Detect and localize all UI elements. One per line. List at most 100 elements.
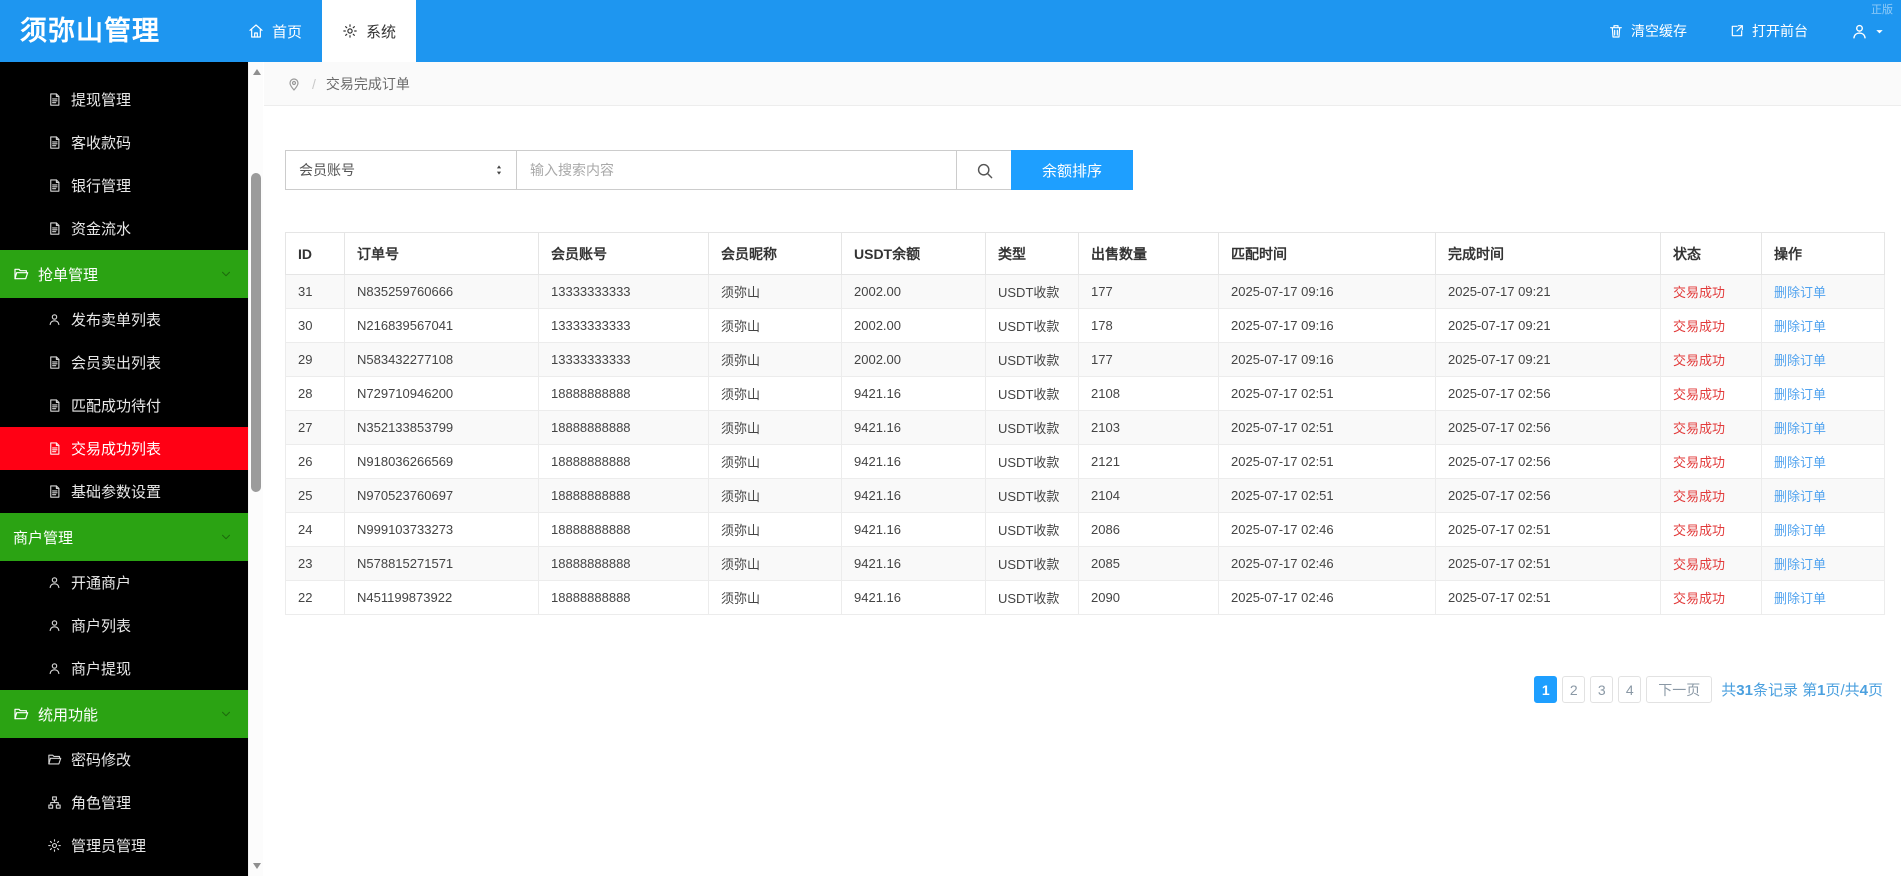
sidebar-item-label: 交易成功列表 <box>71 438 161 459</box>
table-cell: USDT收款 <box>986 275 1079 309</box>
table-cell: 2025-07-17 02:46 <box>1219 513 1436 547</box>
sidebar-item[interactable]: 基础参数设置 <box>0 470 248 513</box>
sidebar-item-label: 商户列表 <box>71 615 131 636</box>
column-header: 状态 <box>1661 233 1762 275</box>
delete-order-link[interactable]: 删除订单 <box>1774 421 1826 436</box>
delete-order-link[interactable]: 删除订单 <box>1774 489 1826 504</box>
delete-order-link[interactable]: 删除订单 <box>1774 557 1826 572</box>
balance-sort-button[interactable]: 余额排序 <box>1011 150 1133 190</box>
table-row: 29N58343227710813333333333须弥山2002.00USDT… <box>286 343 1885 377</box>
table-cell: 18888888888 <box>539 377 709 411</box>
chevron-down-icon <box>219 707 233 721</box>
sidebar-section[interactable]: 商户管理 <box>0 513 248 561</box>
open-frontend-label: 打开前台 <box>1752 21 1808 41</box>
top-header: 须弥山管理 首页系统 清空缓存打开前台 正版 <box>0 0 1901 62</box>
search-input[interactable] <box>516 150 957 190</box>
scroll-up-arrow[interactable] <box>249 64 264 80</box>
sidebar-item[interactable]: 商户提现 <box>0 647 248 690</box>
table-cell: 2025-07-17 02:51 <box>1219 377 1436 411</box>
page-button[interactable]: 2 <box>1562 676 1585 703</box>
delete-order-link[interactable]: 删除订单 <box>1774 455 1826 470</box>
delete-order-link[interactable]: 删除订单 <box>1774 591 1826 606</box>
sidebar-item[interactable]: 开通商户 <box>0 561 248 604</box>
table-row: 24N99910373327318888888888须弥山9421.16USDT… <box>286 513 1885 547</box>
table-cell: 2108 <box>1079 377 1219 411</box>
table-cell: 2002.00 <box>842 343 986 377</box>
search-toolbar: 会员账号 余额排序 <box>285 150 1133 190</box>
search-button[interactable] <box>956 150 1012 190</box>
table-row: 30N21683956704113333333333须弥山2002.00USDT… <box>286 309 1885 343</box>
sidebar-item-label: 抢单管理 <box>38 264 98 285</box>
doc-icon <box>47 484 62 499</box>
sidebar-item[interactable]: 提现管理 <box>0 78 248 121</box>
table-row: 31N83525976066613333333333须弥山2002.00USDT… <box>286 275 1885 309</box>
sidebar-item[interactable]: 匹配成功待付 <box>0 384 248 427</box>
table-cell: 2086 <box>1079 513 1219 547</box>
delete-order-link[interactable]: 删除订单 <box>1774 523 1826 538</box>
sidebar-item[interactable]: 资金流水 <box>0 207 248 250</box>
user-icon <box>47 618 62 633</box>
sidebar-item[interactable]: 角色管理 <box>0 781 248 824</box>
user-icon <box>47 312 62 327</box>
sidebar-section[interactable]: 抢单管理 <box>0 250 248 298</box>
delete-order-link[interactable]: 删除订单 <box>1774 387 1826 402</box>
scroll-down-arrow[interactable] <box>249 858 264 874</box>
main-content: / 交易完成订单 会员账号 余额排序 ID订单号会员账号会员昵称USDT余额类型… <box>264 62 1901 876</box>
sidebar-item[interactable]: 交易成功列表 <box>0 427 248 470</box>
table-cell: N918036266569 <box>345 445 539 479</box>
user-menu[interactable] <box>1850 22 1885 41</box>
sidebar-item-label: 商户管理 <box>13 527 73 548</box>
sidebar-item[interactable] <box>0 867 248 876</box>
page-button[interactable]: 3 <box>1590 676 1613 703</box>
table-row: 22N45119987392218888888888须弥山9421.16USDT… <box>286 581 1885 615</box>
table-cell: 177 <box>1079 343 1219 377</box>
sidebar-scrollbar <box>248 62 263 876</box>
sidebar-item-label: 会员卖出列表 <box>71 352 161 373</box>
page-button[interactable]: 4 <box>1618 676 1641 703</box>
column-header: 出售数量 <box>1079 233 1219 275</box>
scrollbar-thumb[interactable] <box>251 173 261 492</box>
table-cell: 交易成功 <box>1661 343 1762 377</box>
sidebar-section[interactable]: 统用功能 <box>0 690 248 738</box>
open-frontend-link[interactable]: 打开前台 <box>1729 21 1808 41</box>
search-field-select[interactable]: 会员账号 <box>285 150 517 190</box>
sidebar-item[interactable]: 密码修改 <box>0 738 248 781</box>
location-icon <box>286 76 302 92</box>
sidebar-item[interactable]: 发布卖单列表 <box>0 298 248 341</box>
table-cell: 18888888888 <box>539 411 709 445</box>
sidebar-item-label: 基础参数设置 <box>71 481 161 502</box>
sidebar-item-label: 发布卖单列表 <box>71 309 161 330</box>
sidebar-item[interactable]: 客收款码 <box>0 121 248 164</box>
sidebar-item[interactable]: 会员卖出列表 <box>0 341 248 384</box>
table-row: 27N35213385379918888888888须弥山9421.16USDT… <box>286 411 1885 445</box>
tab-home[interactable]: 首页 <box>228 0 322 62</box>
table-cell: 须弥山 <box>709 445 842 479</box>
table-cell: 删除订单 <box>1762 581 1885 615</box>
sidebar-item[interactable]: 管理员管理 <box>0 824 248 867</box>
orders-table-wrap: ID订单号会员账号会员昵称USDT余额类型出售数量匹配时间完成时间状态操作 31… <box>285 232 1885 615</box>
column-header: 类型 <box>986 233 1079 275</box>
pagination-summary: 共31条记录 第1页/共4页 <box>1721 679 1883 700</box>
table-cell: 9421.16 <box>842 445 986 479</box>
sidebar-item-label: 管理员管理 <box>71 835 146 856</box>
clear-cache-link[interactable]: 清空缓存 <box>1608 21 1687 41</box>
table-cell: 交易成功 <box>1661 479 1762 513</box>
delete-order-link[interactable]: 删除订单 <box>1774 319 1826 334</box>
table-cell: 2025-07-17 09:16 <box>1219 275 1436 309</box>
sidebar-item[interactable]: 商户列表 <box>0 604 248 647</box>
next-page-button[interactable]: 下一页 <box>1646 676 1712 703</box>
table-cell: 2025-07-17 09:16 <box>1219 309 1436 343</box>
table-cell: N352133853799 <box>345 411 539 445</box>
tab-system[interactable]: 系统 <box>322 0 416 62</box>
table-cell: 2025-07-17 02:46 <box>1219 581 1436 615</box>
table-cell: 2002.00 <box>842 275 986 309</box>
table-cell: 2103 <box>1079 411 1219 445</box>
doc-icon <box>47 355 62 370</box>
delete-order-link[interactable]: 删除订单 <box>1774 353 1826 368</box>
delete-order-link[interactable]: 删除订单 <box>1774 285 1826 300</box>
page-button-active[interactable]: 1 <box>1534 676 1557 703</box>
sidebar-item[interactable]: 银行管理 <box>0 164 248 207</box>
table-cell: 2025-07-17 02:51 <box>1436 547 1661 581</box>
table-cell: 2025-07-17 09:21 <box>1436 309 1661 343</box>
table-cell: 13333333333 <box>539 275 709 309</box>
